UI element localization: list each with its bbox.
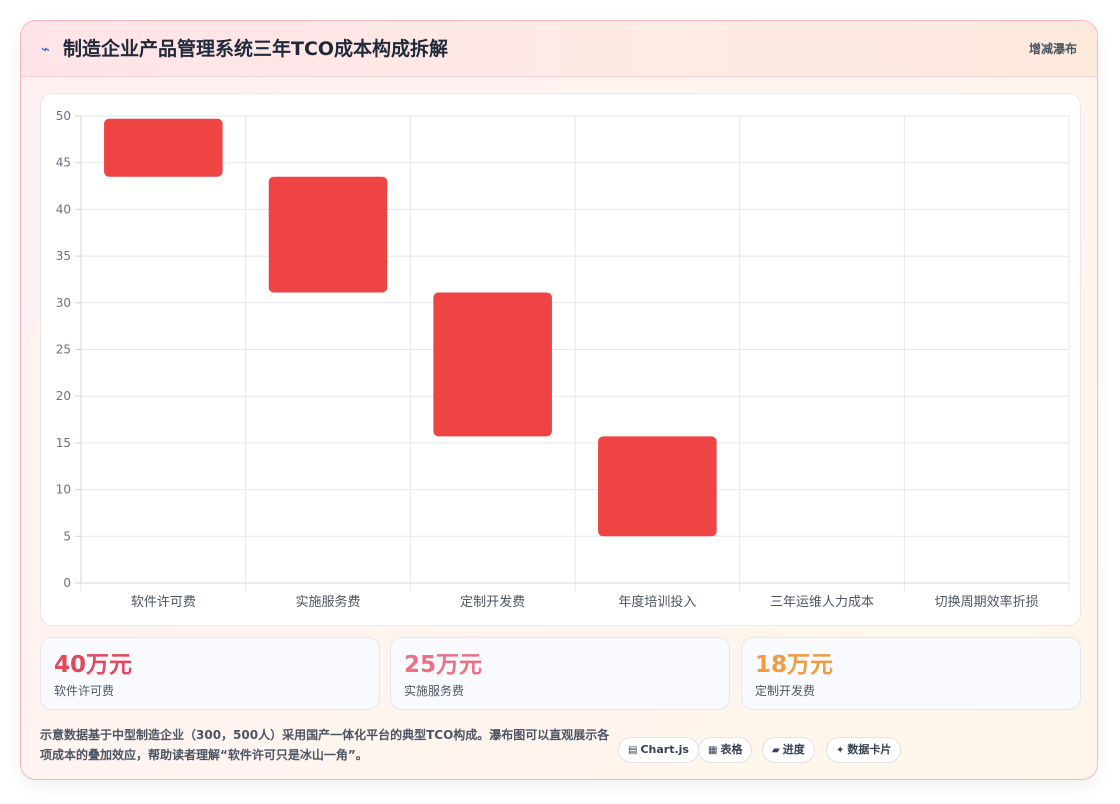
y-tick-label: 50 [56, 109, 71, 123]
y-tick-label: 20 [56, 389, 71, 403]
stat-card-implementation: 25万元 实施服务费 [390, 637, 730, 710]
waterfall-chart: 0 5 10 15 20 25 30 35 40 45 50 软件许可费 实施服务费 定制开发费 年度培训投… [56, 109, 1070, 610]
x-tick-label: 定制开发费 [460, 594, 525, 610]
x-tick-label: 年度培训投入 [618, 594, 696, 610]
x-tick-label: 切换周期效率折损 [935, 594, 1039, 610]
y-tick-label: 0 [63, 576, 71, 590]
stat-card-custom-dev: 18万元 定制开发费 [741, 637, 1081, 710]
y-tick-label: 45 [56, 156, 71, 170]
card-header: ⌁ 制造企业产品管理系统三年TCO成本构成拆解 增减瀑布 [21, 21, 1097, 77]
y-tick-label: 35 [56, 249, 71, 263]
chip-label: Chart.js [640, 743, 689, 756]
footnote: 示意数据基于中型制造企业（300，500人）采用国产一体化平台的典型TCO构成。… [40, 728, 610, 762]
y-tick-label: 5 [63, 529, 71, 543]
y-tick-label: 40 [56, 202, 71, 216]
waterfall-bar [598, 436, 717, 537]
table-icon: ▦ [708, 745, 718, 756]
stat-value: 18万元 [755, 652, 834, 678]
stat-value: 25万元 [404, 652, 483, 678]
stat-value: 40万元 [54, 652, 133, 678]
sparkle-icon: ✦ [836, 745, 845, 756]
chip-label: 数据卡片 [847, 743, 892, 756]
progress-icon: ▰ [772, 745, 780, 756]
y-tick-label: 30 [56, 296, 71, 310]
page-title: 制造企业产品管理系统三年TCO成本构成拆解 [63, 38, 449, 60]
waterfall-bar [433, 292, 552, 437]
x-tick-label: 实施服务费 [295, 594, 360, 610]
report-card: ⌁ 制造企业产品管理系统三年TCO成本构成拆解 增减瀑布 0 5 10 15 20 25 3… [20, 20, 1098, 780]
stat-label: 软件许可费 [54, 684, 115, 698]
chip-data-card[interactable]: ✦ 数据卡片 [826, 737, 902, 763]
x-tick-label: 软件许可费 [131, 595, 196, 610]
y-tick-label: 25 [56, 343, 71, 357]
chart-panel: 0 5 10 15 20 25 30 35 40 45 50 软件许可费 实施服务费 定制开发费 年度培训投… [40, 93, 1081, 626]
chip-label: 表格 [720, 743, 743, 756]
chart-icon: ▤ [628, 745, 638, 756]
stat-label: 定制开发费 [755, 684, 816, 698]
chip-progress[interactable]: ▰ 进度 [762, 737, 815, 763]
chip-chartjs[interactable]: ▤ Chart.js [618, 737, 699, 763]
stat-label: 实施服务费 [404, 684, 465, 698]
chart-type-tag: 增减瀑布 [1028, 42, 1077, 56]
y-tick-label: 15 [56, 436, 71, 450]
waterfall-bar [104, 118, 223, 177]
stat-card-license: 40万元 软件许可费 [40, 637, 380, 710]
chip-label: 进度 [782, 743, 805, 756]
chip-table[interactable]: ▦ 表格 [698, 737, 753, 763]
lightning-icon: ⌁ [41, 40, 51, 58]
waterfall-bar [268, 176, 388, 293]
x-tick-label: 三年运维人力成本 [770, 595, 874, 610]
y-tick-label: 10 [56, 483, 71, 497]
